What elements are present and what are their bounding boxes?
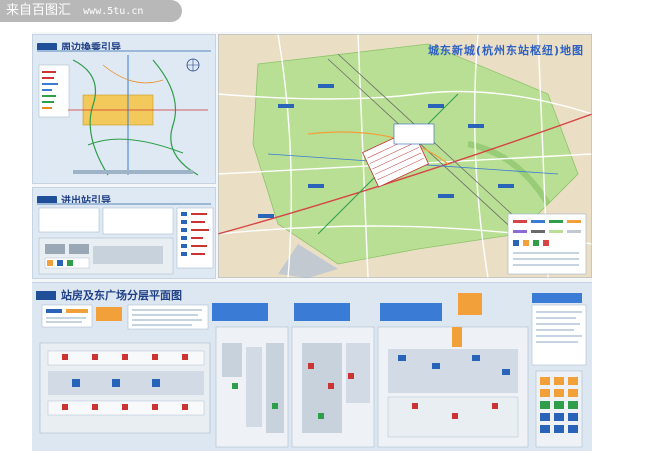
watermark-site: www.5tu.cn	[83, 6, 144, 17]
map-sheet: 周边換乘引导 进出站引导 城东新城(杭州东站枢纽)地图 站房及东广场分层平面图	[32, 32, 592, 451]
entry-exit-panel: 进出站引导	[32, 187, 216, 279]
hub-map-title: 城东新城(杭州东站枢纽)地图	[427, 44, 584, 57]
entry-exit-diagram	[38, 207, 214, 275]
watermark-bar: 来自百图汇 www.5tu.cn	[0, 0, 182, 22]
floor-plan-diagram	[39, 293, 587, 448]
transfer-diagram	[38, 55, 208, 176]
hub-map-panel: 城东新城(杭州东站枢纽)地图	[218, 34, 592, 278]
watermark-name: 来自百图汇	[6, 3, 72, 18]
floor-plan-panel: 站房及东广场分层平面图	[32, 282, 592, 451]
hub-map	[218, 34, 592, 278]
surrounding-transfer-panel: 周边換乘引导	[32, 34, 216, 184]
